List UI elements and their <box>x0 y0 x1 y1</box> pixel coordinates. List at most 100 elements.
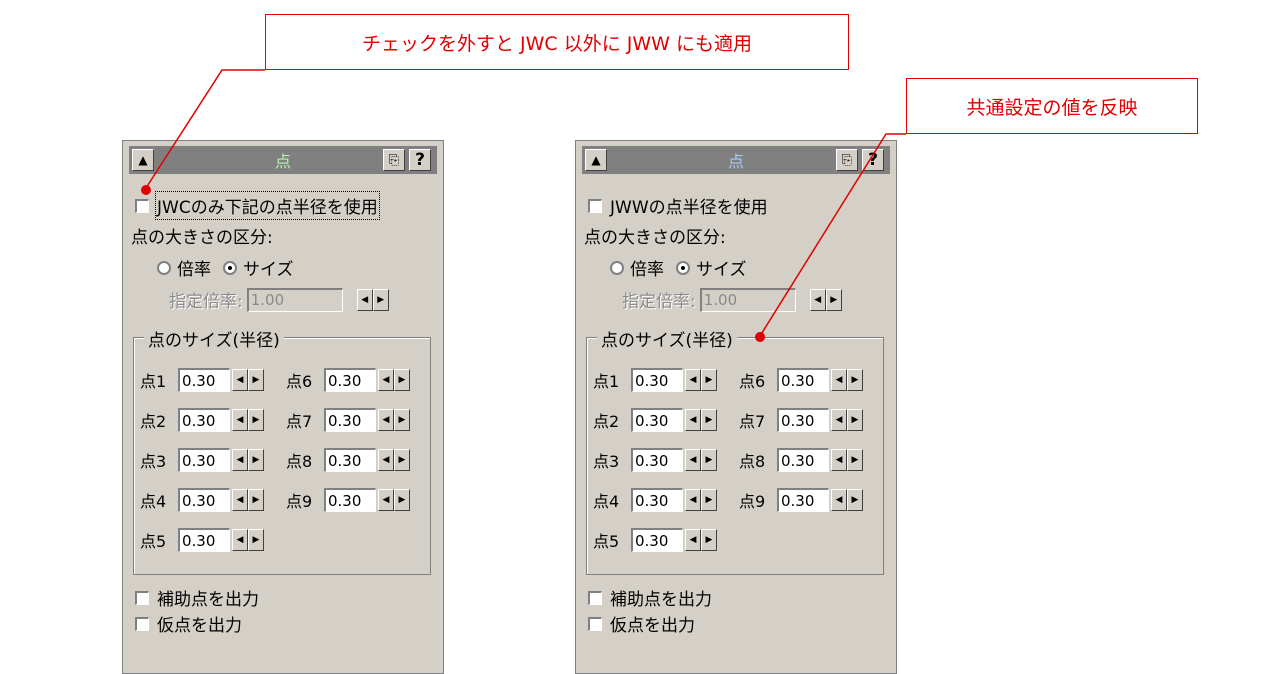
spin-left-icon[interactable]: ◀ <box>232 529 248 551</box>
temp-point-checkbox-row[interactable]: 仮点を出力 <box>135 611 242 636</box>
point-1-row: 点1 0.30 ◀ ▶ <box>593 368 717 392</box>
point-6-input[interactable]: 0.30 <box>777 368 829 392</box>
copy-icon[interactable]: ⎘ <box>383 149 405 171</box>
point-5-input[interactable]: 0.30 <box>178 528 230 552</box>
spin-right-icon[interactable]: ▶ <box>394 449 410 471</box>
aux-point-checkbox-row[interactable]: 補助点を出力 <box>135 585 259 610</box>
point-9-spinner[interactable]: ◀ ▶ <box>831 489 863 511</box>
spin-right-icon[interactable]: ▶ <box>847 369 863 391</box>
temp-point-checkbox[interactable] <box>588 616 602 631</box>
spin-right-icon[interactable]: ▶ <box>701 529 717 551</box>
spin-right-icon[interactable]: ▶ <box>701 489 717 511</box>
point-8-spinner[interactable]: ◀ ▶ <box>831 449 863 471</box>
spin-left-icon[interactable]: ◀ <box>831 409 847 431</box>
spin-right-icon[interactable]: ▶ <box>248 489 264 511</box>
point-4-spinner[interactable]: ◀ ▶ <box>685 489 717 511</box>
point-7-input[interactable]: 0.30 <box>324 408 376 432</box>
point-2-spinner[interactable]: ◀ ▶ <box>232 409 264 431</box>
temp-point-checkbox-row[interactable]: 仮点を出力 <box>588 611 695 636</box>
point-1-input[interactable]: 0.30 <box>178 368 230 392</box>
aux-point-checkbox[interactable] <box>588 590 602 605</box>
spin-right-icon[interactable]: ▶ <box>248 529 264 551</box>
point-8-spinner[interactable]: ◀ ▶ <box>378 449 410 471</box>
point-6-spinner[interactable]: ◀ ▶ <box>378 369 410 391</box>
spin-left-icon[interactable]: ◀ <box>232 409 248 431</box>
spin-right-icon[interactable]: ▶ <box>394 489 410 511</box>
point-5-spinner[interactable]: ◀ ▶ <box>685 529 717 551</box>
spin-left-icon[interactable]: ◀ <box>685 489 701 511</box>
point-3-spinner[interactable]: ◀ ▶ <box>232 449 264 471</box>
help-icon[interactable]: ? <box>409 149 431 171</box>
spin-right-icon[interactable]: ▶ <box>847 409 863 431</box>
point-9-input[interactable]: 0.30 <box>777 488 829 512</box>
spin-left-icon[interactable]: ◀ <box>232 369 248 391</box>
spin-right-icon[interactable]: ▶ <box>701 369 717 391</box>
ratio-label: 指定倍率: <box>622 292 696 312</box>
point-3-input[interactable]: 0.30 <box>178 448 230 472</box>
spin-left-icon[interactable]: ◀ <box>378 409 394 431</box>
point-2-spinner[interactable]: ◀ ▶ <box>685 409 717 431</box>
jww-checkbox[interactable] <box>588 198 602 213</box>
point-2-input[interactable]: 0.30 <box>631 408 683 432</box>
point-9-spinner[interactable]: ◀ ▶ <box>378 489 410 511</box>
spin-left-icon[interactable]: ◀ <box>685 449 701 471</box>
point-1-input[interactable]: 0.30 <box>631 368 683 392</box>
point-8-input[interactable]: 0.30 <box>777 448 829 472</box>
spin-right-icon[interactable]: ▶ <box>248 369 264 391</box>
point-5-input[interactable]: 0.30 <box>631 528 683 552</box>
point-4-input[interactable]: 0.30 <box>178 488 230 512</box>
point-7-input[interactable]: 0.30 <box>777 408 829 432</box>
point-7-spinner[interactable]: ◀ ▶ <box>831 409 863 431</box>
aux-point-checkbox-row[interactable]: 補助点を出力 <box>588 585 712 610</box>
spin-left-icon[interactable]: ◀ <box>685 529 701 551</box>
point-3-spinner[interactable]: ◀ ▶ <box>685 449 717 471</box>
spin-left-icon[interactable]: ◀ <box>378 489 394 511</box>
help-icon[interactable]: ? <box>862 149 884 171</box>
spin-left-icon[interactable]: ◀ <box>378 369 394 391</box>
jww-checkbox-row[interactable]: JWWの点半径を使用 <box>588 193 768 218</box>
spin-right-icon[interactable]: ▶ <box>701 409 717 431</box>
spin-left-icon[interactable]: ◀ <box>831 489 847 511</box>
point-9-input[interactable]: 0.30 <box>324 488 376 512</box>
spin-left-icon[interactable]: ◀ <box>378 449 394 471</box>
point-8-input[interactable]: 0.30 <box>324 448 376 472</box>
point-1-spinner[interactable]: ◀ ▶ <box>685 369 717 391</box>
point-7-spinner[interactable]: ◀ ▶ <box>378 409 410 431</box>
spin-left-icon[interactable]: ◀ <box>685 409 701 431</box>
spin-left-icon[interactable]: ◀ <box>831 449 847 471</box>
spin-right-icon[interactable]: ▶ <box>701 449 717 471</box>
point-2-row: 点2 0.30 ◀ ▶ <box>140 408 264 432</box>
spin-right-icon[interactable]: ▶ <box>394 409 410 431</box>
point-5-spinner[interactable]: ◀ ▶ <box>232 529 264 551</box>
spin-left-icon[interactable]: ◀ <box>232 449 248 471</box>
aux-point-checkbox[interactable] <box>135 590 149 605</box>
point-3-input[interactable]: 0.30 <box>631 448 683 472</box>
jwc-only-checkbox[interactable] <box>135 198 149 213</box>
radio-ratio[interactable] <box>610 260 624 275</box>
copy-icon[interactable]: ⎘ <box>836 149 858 171</box>
point-4-row: 点4 0.30 ◀ ▶ <box>140 488 264 512</box>
spin-left-icon[interactable]: ◀ <box>685 369 701 391</box>
point-1-spinner[interactable]: ◀ ▶ <box>232 369 264 391</box>
spin-left-icon[interactable]: ◀ <box>232 489 248 511</box>
point-6-spinner[interactable]: ◀ ▶ <box>831 369 863 391</box>
point-8-label: 点8 <box>739 452 766 471</box>
radio-size[interactable] <box>676 260 690 275</box>
point-1-label: 点1 <box>593 372 620 391</box>
spin-right-icon[interactable]: ▶ <box>847 449 863 471</box>
point-4-spinner[interactable]: ◀ ▶ <box>232 489 264 511</box>
spin-left-icon[interactable]: ◀ <box>831 369 847 391</box>
point-2-input[interactable]: 0.30 <box>178 408 230 432</box>
radio-size[interactable] <box>223 260 237 275</box>
radio-ratio[interactable] <box>157 260 171 275</box>
point-4-input[interactable]: 0.30 <box>631 488 683 512</box>
spin-right-icon[interactable]: ▶ <box>248 449 264 471</box>
jwc-only-checkbox-row[interactable]: JWCのみ下記の点半径を使用 <box>135 191 380 220</box>
spin-right-icon[interactable]: ▶ <box>847 489 863 511</box>
radio-size-label: サイズ <box>243 260 294 280</box>
point-6-input[interactable]: 0.30 <box>324 368 376 392</box>
spin-right-icon[interactable]: ▶ <box>394 369 410 391</box>
point-3-label: 点3 <box>593 452 620 471</box>
temp-point-checkbox[interactable] <box>135 616 149 631</box>
spin-right-icon[interactable]: ▶ <box>248 409 264 431</box>
